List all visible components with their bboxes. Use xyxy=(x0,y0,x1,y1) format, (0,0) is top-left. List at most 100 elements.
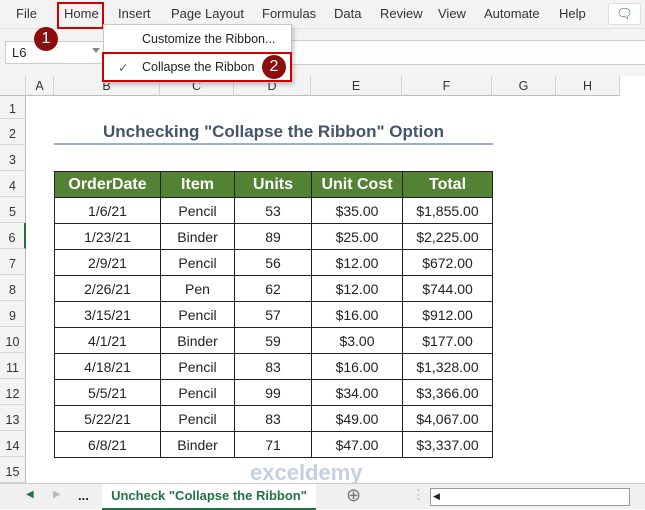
row-header-14[interactable]: 14 xyxy=(0,431,26,457)
table-row: 6/8/21 Binder 71 $47.00 $3,337.00 xyxy=(54,431,493,458)
table-cell[interactable]: 89 xyxy=(234,223,312,250)
table-cell[interactable]: Pencil xyxy=(160,379,235,406)
tab-automate[interactable]: Automate xyxy=(484,6,540,21)
table-cell[interactable]: 2/9/21 xyxy=(54,249,161,276)
scroll-left-icon[interactable]: ◀ xyxy=(433,491,440,502)
table-cell[interactable]: 83 xyxy=(234,353,312,380)
table-cell[interactable]: $4,067.00 xyxy=(402,405,493,432)
home-tab-highlight xyxy=(57,2,104,29)
menu-item-customize-ribbon[interactable]: Customize the Ribbon... xyxy=(142,32,275,46)
row-header-4[interactable]: 4 xyxy=(0,171,26,197)
table-cell[interactable]: 1/6/21 xyxy=(54,197,161,224)
table-cell[interactable]: Binder xyxy=(160,327,235,354)
table-cell[interactable]: 5/22/21 xyxy=(54,405,161,432)
select-all-button[interactable] xyxy=(0,76,26,96)
table-cell[interactable]: $16.00 xyxy=(311,353,403,380)
tab-help[interactable]: Help xyxy=(559,6,586,21)
tab-insert[interactable]: Insert xyxy=(118,6,151,21)
table-cell[interactable]: $35.00 xyxy=(311,197,403,224)
table-cell[interactable]: $16.00 xyxy=(311,301,403,328)
row-header-2[interactable]: 2 xyxy=(0,119,26,145)
add-sheet-icon[interactable]: ⊕ xyxy=(346,485,361,506)
table-cell[interactable]: $12.00 xyxy=(311,249,403,276)
row-header-12[interactable]: 12 xyxy=(0,379,26,405)
sheet-tab-active[interactable]: Uncheck "Collapse the Ribbon" xyxy=(102,484,316,510)
table-cell[interactable]: Pencil xyxy=(160,405,235,432)
tab-data[interactable]: Data xyxy=(334,6,361,21)
table-cell[interactable]: $47.00 xyxy=(311,431,403,458)
table-cell[interactable]: 99 xyxy=(234,379,312,406)
table-cell[interactable]: $25.00 xyxy=(311,223,403,250)
table-cell[interactable]: 3/15/21 xyxy=(54,301,161,328)
chevron-down-icon[interactable] xyxy=(92,48,100,53)
table-row: 1/6/21 Pencil 53 $35.00 $1,855.00 xyxy=(54,197,493,224)
table-cell[interactable]: Pencil xyxy=(160,353,235,380)
prev-sheet-icon[interactable]: ◀ xyxy=(26,489,34,500)
row-header-5[interactable]: 5 xyxy=(0,197,26,223)
more-sheets-button[interactable]: ... xyxy=(78,488,89,503)
table-cell[interactable]: $3,366.00 xyxy=(402,379,493,406)
table-cell[interactable]: $912.00 xyxy=(402,301,493,328)
table-cell[interactable]: $2,225.00 xyxy=(402,223,493,250)
row-header-6[interactable]: 6 xyxy=(0,223,26,249)
table-cell[interactable]: Pencil xyxy=(160,249,235,276)
table-cell[interactable]: Binder xyxy=(160,223,235,250)
table-row: 2/9/21 Pencil 56 $12.00 $672.00 xyxy=(54,249,493,276)
row-header-8[interactable]: 8 xyxy=(0,275,26,301)
table-cell[interactable]: $12.00 xyxy=(311,275,403,302)
table-cell[interactable]: 59 xyxy=(234,327,312,354)
table-cell[interactable]: 57 xyxy=(234,301,312,328)
table-cell[interactable]: 4/18/21 xyxy=(54,353,161,380)
table-cell[interactable]: 71 xyxy=(234,431,312,458)
table-cell[interactable]: 53 xyxy=(234,197,312,224)
row-header-1[interactable]: 1 xyxy=(0,96,26,119)
table-cell[interactable]: $744.00 xyxy=(402,275,493,302)
table-cell[interactable]: $177.00 xyxy=(402,327,493,354)
table-cell[interactable]: 62 xyxy=(234,275,312,302)
column-header-G[interactable]: G xyxy=(492,76,556,96)
table-row: 5/5/21 Pencil 99 $34.00 $3,366.00 xyxy=(54,379,493,406)
table-cell[interactable]: 4/1/21 xyxy=(54,327,161,354)
row-header-3[interactable]: 3 xyxy=(0,145,26,171)
comment-icon[interactable]: 🗨 xyxy=(608,3,641,25)
table-cell[interactable]: 2/26/21 xyxy=(54,275,161,302)
table-cell[interactable]: 5/5/21 xyxy=(54,379,161,406)
tab-formulas[interactable]: Formulas xyxy=(262,6,316,21)
table-cell[interactable]: 56 xyxy=(234,249,312,276)
table-cell[interactable]: $3.00 xyxy=(311,327,403,354)
column-header-E[interactable]: E xyxy=(311,76,402,96)
column-header-F[interactable]: F xyxy=(402,76,492,96)
row-header-15[interactable]: 15 xyxy=(0,457,26,483)
row-header-11[interactable]: 11 xyxy=(0,353,26,379)
next-sheet-icon[interactable]: ▶ xyxy=(53,489,61,500)
tab-page-layout[interactable]: Page Layout xyxy=(171,6,244,21)
table-cell[interactable]: $34.00 xyxy=(311,379,403,406)
table-cell[interactable]: 83 xyxy=(234,405,312,432)
row-header-7[interactable]: 7 xyxy=(0,249,26,275)
table-cell[interactable]: 6/8/21 xyxy=(54,431,161,458)
row-header-9[interactable]: 9 xyxy=(0,301,26,327)
row-header-10[interactable]: 10 xyxy=(0,327,26,353)
table-cell[interactable]: Binder xyxy=(160,431,235,458)
column-heading: OrderDate xyxy=(54,171,161,198)
table-row: 4/18/21 Pencil 83 $16.00 $1,328.00 xyxy=(54,353,493,380)
table-cell[interactable]: Pen xyxy=(160,275,235,302)
table-cell[interactable]: $1,328.00 xyxy=(402,353,493,380)
table-cell[interactable]: $3,337.00 xyxy=(402,431,493,458)
splitter-handle[interactable]: ⋮ xyxy=(412,487,425,503)
column-heading: Unit Cost xyxy=(311,171,403,198)
tab-view[interactable]: View xyxy=(438,6,466,21)
table-cell[interactable]: $672.00 xyxy=(402,249,493,276)
row-header-13[interactable]: 13 xyxy=(0,405,26,431)
table-cell[interactable]: Pencil xyxy=(160,301,235,328)
horizontal-scrollbar[interactable]: ◀ xyxy=(430,488,630,506)
column-header-A[interactable]: A xyxy=(26,76,54,96)
table-cell[interactable]: $1,855.00 xyxy=(402,197,493,224)
table-cell[interactable]: Pencil xyxy=(160,197,235,224)
formula-input[interactable] xyxy=(290,40,645,65)
table-cell[interactable]: 1/23/21 xyxy=(54,223,161,250)
tab-file[interactable]: File xyxy=(16,6,37,21)
tab-review[interactable]: Review xyxy=(380,6,423,21)
table-cell[interactable]: $49.00 xyxy=(311,405,403,432)
column-header-H[interactable]: H xyxy=(556,76,620,96)
